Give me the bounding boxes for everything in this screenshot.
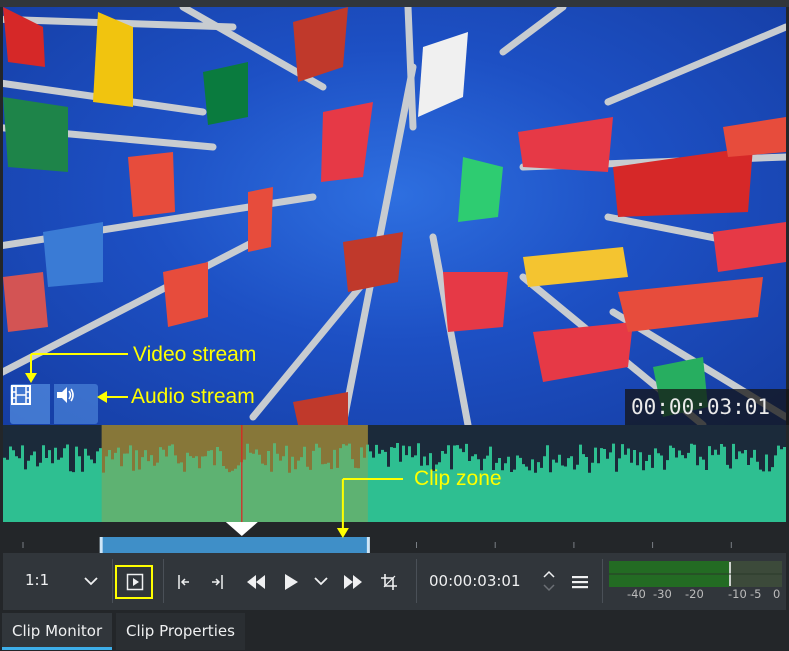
timecode-display[interactable]: 00:00:03:01 bbox=[429, 572, 521, 590]
clip-zone-arrowhead bbox=[336, 528, 349, 538]
set-zone-in-button[interactable] bbox=[171, 570, 195, 594]
fast-forward-button[interactable] bbox=[340, 570, 366, 594]
timecode-overlay: 00:00:03:01 bbox=[625, 389, 789, 425]
rewind-button[interactable] bbox=[243, 570, 269, 594]
audio-level-meter bbox=[609, 561, 782, 587]
set-zone-out-button[interactable] bbox=[206, 570, 230, 594]
panel-top-border bbox=[0, 0, 789, 7]
zoom-dropdown-button[interactable] bbox=[81, 571, 101, 591]
audio-stream-toggle[interactable] bbox=[54, 384, 98, 424]
clip-zone-annotation: Clip zone bbox=[414, 467, 502, 490]
toolbar-separator bbox=[602, 559, 603, 603]
ruler-graphic bbox=[22, 522, 732, 553]
video-preview[interactable]: Video stream Audio stream bbox=[3, 7, 786, 425]
crop-icon bbox=[381, 574, 397, 590]
film-icon bbox=[11, 385, 31, 405]
monitor-menu-button[interactable] bbox=[569, 570, 591, 594]
clip-monitor-panel: Video stream Audio stream 00:00:03:01 Cl… bbox=[0, 0, 789, 651]
waveform-graphic bbox=[3, 425, 786, 522]
zone-out-handle bbox=[366, 537, 370, 553]
set-zone-in-icon bbox=[178, 575, 189, 589]
rewind-icon bbox=[247, 575, 265, 589]
level-meter-graphic bbox=[609, 561, 782, 587]
chevron-down-icon bbox=[84, 577, 98, 586]
tab-clip-properties[interactable]: Clip Properties bbox=[116, 613, 245, 650]
hamburger-icon bbox=[572, 576, 588, 589]
speaker-icon bbox=[57, 387, 74, 403]
video-stream-annotation: Video stream bbox=[133, 343, 257, 366]
timeline-ruler[interactable] bbox=[3, 522, 786, 553]
fast-forward-icon bbox=[344, 575, 362, 589]
crop-button[interactable] bbox=[377, 570, 401, 594]
meter-tick-label: -30 bbox=[653, 587, 672, 601]
meter-tick-label: 0 bbox=[773, 587, 781, 601]
clip-zone-tint bbox=[101, 425, 368, 522]
flags-video-frame bbox=[3, 7, 786, 425]
zoom-level[interactable]: 1:1 bbox=[25, 571, 49, 589]
set-zone-out-icon bbox=[212, 575, 223, 589]
meter-tick-label: -10 bbox=[728, 587, 747, 601]
meter-tick-label: -5 bbox=[750, 587, 762, 601]
meter-tick-label: -40 bbox=[627, 587, 646, 601]
up-down-arrows-icon bbox=[543, 570, 555, 592]
playhead-marker bbox=[225, 522, 258, 536]
level-meter-scale: -40 -30 -20 -10 -5 0 bbox=[609, 587, 789, 603]
play-button[interactable] bbox=[279, 570, 303, 594]
timecode-spin-button[interactable] bbox=[540, 567, 558, 595]
meter-tick-label: -20 bbox=[685, 587, 704, 601]
audio-stream-annotation: Audio stream bbox=[131, 385, 255, 408]
toolbar-separator bbox=[416, 559, 417, 603]
toolbar-separator bbox=[112, 559, 113, 603]
video-stream-toggle[interactable] bbox=[10, 384, 50, 424]
zone-toggle-highlight bbox=[115, 565, 153, 599]
clip-zone-bar bbox=[101, 537, 368, 553]
zone-in-handle bbox=[99, 537, 103, 553]
audio-waveform[interactable]: Clip zone bbox=[3, 425, 786, 522]
tab-clip-monitor[interactable]: Clip Monitor bbox=[2, 613, 113, 650]
chevron-down-icon bbox=[314, 577, 328, 586]
play-options-dropdown[interactable] bbox=[311, 571, 331, 591]
play-icon bbox=[285, 574, 298, 590]
toolbar-separator bbox=[163, 559, 164, 603]
dock-tab-bar: Clip Monitor Clip Properties bbox=[0, 613, 789, 651]
